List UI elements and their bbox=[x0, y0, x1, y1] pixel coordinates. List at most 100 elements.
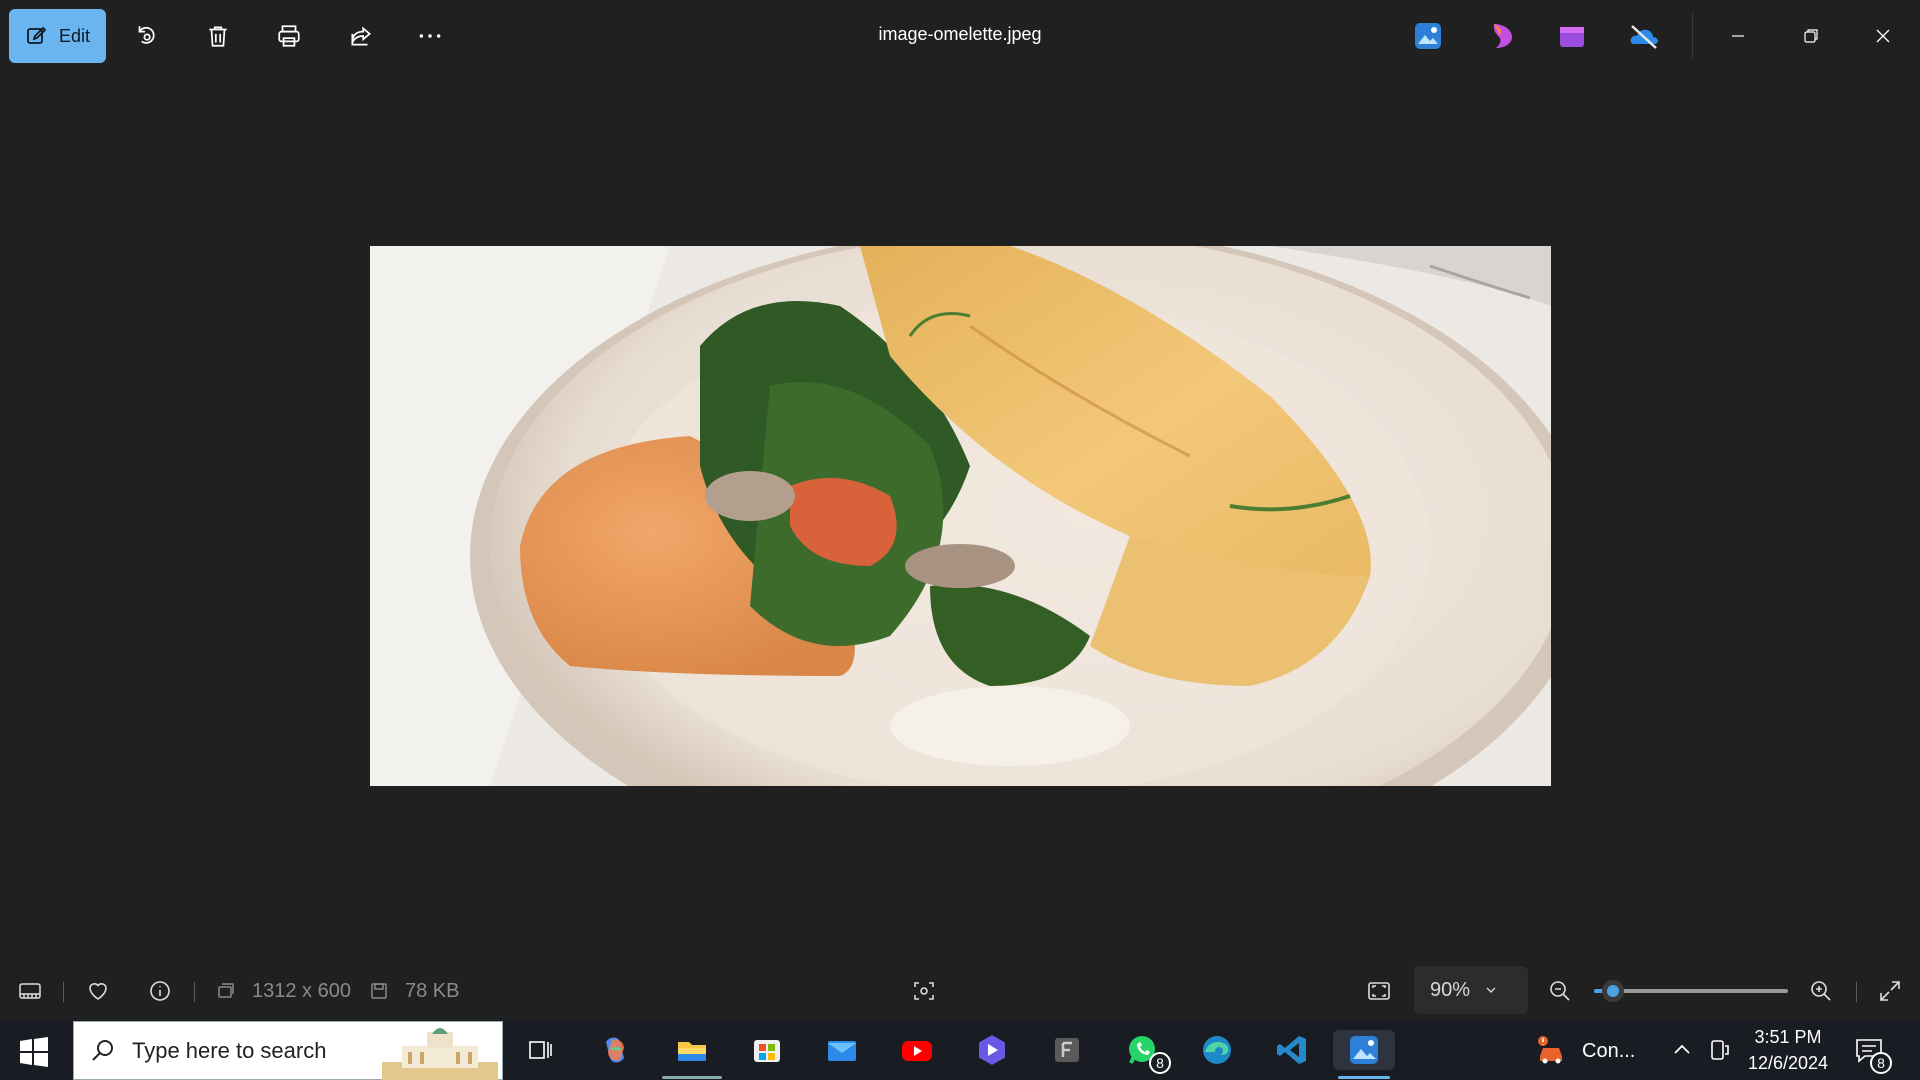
print-button[interactable] bbox=[271, 18, 307, 54]
taskbar-search-box[interactable]: Type here to search bbox=[73, 1021, 503, 1080]
zoom-value: 90% bbox=[1430, 978, 1471, 1001]
clipchamp-icon[interactable] bbox=[1486, 20, 1518, 52]
filmstrip-icon bbox=[19, 983, 41, 999]
favorite-button[interactable] bbox=[83, 976, 113, 1006]
photos-icon[interactable] bbox=[1412, 20, 1444, 52]
photos-app-active[interactable] bbox=[1333, 1030, 1395, 1070]
title-bar: Edit image-omelette.jpeg bbox=[0, 0, 1920, 72]
clock-time: 3:51 PM bbox=[1754, 1027, 1822, 1047]
notification-badge: 8 bbox=[1870, 1052, 1892, 1074]
info-icon bbox=[150, 981, 170, 1001]
taskbar: Type here to search 8 Con... 8 bbox=[0, 1020, 1920, 1080]
folder-icon bbox=[678, 1042, 706, 1061]
whatsapp-badge: 8 bbox=[1149, 1052, 1171, 1074]
search-placeholder: Type here to search bbox=[132, 1037, 327, 1063]
title-bar-divider bbox=[1692, 12, 1693, 58]
file-size-icon-wrap bbox=[364, 976, 394, 1006]
onedrive-icon[interactable] bbox=[1628, 20, 1660, 52]
fit-to-window-button[interactable] bbox=[1364, 976, 1394, 1006]
zoom-slider-thumb[interactable] bbox=[1602, 980, 1624, 1002]
tray-app-label[interactable]: Con... bbox=[1582, 1040, 1635, 1063]
copilot-alt-app[interactable] bbox=[972, 1030, 1012, 1070]
minimize-icon bbox=[1732, 35, 1744, 37]
task-view-icon bbox=[529, 1041, 552, 1059]
vscode-icon bbox=[1277, 1036, 1306, 1064]
dimensions-icon bbox=[218, 983, 234, 998]
restore-button[interactable] bbox=[1789, 14, 1833, 58]
vscode-app[interactable] bbox=[1272, 1030, 1312, 1070]
edit-label: Edit bbox=[58, 25, 91, 46]
window-title: image-omelette.jpeg bbox=[878, 24, 1042, 44]
mail-icon bbox=[828, 1041, 856, 1061]
running-indicator bbox=[662, 1076, 722, 1079]
f-app[interactable] bbox=[1047, 1030, 1087, 1070]
fit-window-icon bbox=[1368, 982, 1390, 1000]
zoom-in-button[interactable] bbox=[1806, 976, 1836, 1006]
image-dimensions: 1312 x 600 bbox=[252, 980, 351, 1002]
taskbar-clock[interactable]: 3:51 PM 12/6/2024 bbox=[1740, 1024, 1836, 1076]
file-explorer-app[interactable] bbox=[672, 1030, 712, 1070]
designer-icon[interactable] bbox=[1556, 20, 1588, 52]
edit-icon bbox=[27, 26, 47, 44]
file-size: 78 KB bbox=[405, 980, 460, 1002]
delete-icon bbox=[209, 26, 227, 47]
omelette-image bbox=[370, 246, 1551, 786]
store-icon bbox=[754, 1040, 780, 1062]
print-icon bbox=[278, 25, 300, 47]
photos-taskbar-icon bbox=[1350, 1036, 1378, 1064]
edit-button[interactable]: Edit bbox=[9, 9, 106, 63]
more-icon bbox=[419, 34, 441, 38]
task-view-button[interactable] bbox=[520, 1030, 560, 1070]
zoom-out-button[interactable] bbox=[1545, 976, 1575, 1006]
tray-app[interactable] bbox=[1532, 1030, 1572, 1070]
heart-icon bbox=[89, 983, 107, 1000]
delete-button[interactable] bbox=[200, 18, 236, 54]
search-highlight-illustration bbox=[382, 1028, 498, 1080]
copilot-icon bbox=[606, 1037, 624, 1063]
more-options-button[interactable] bbox=[412, 18, 448, 54]
visual-search-button[interactable] bbox=[909, 976, 939, 1006]
restore-icon bbox=[1804, 29, 1818, 43]
f-app-icon bbox=[1055, 1038, 1079, 1062]
status-separator bbox=[194, 982, 195, 1002]
clock-date: 12/6/2024 bbox=[1747, 1053, 1829, 1073]
youtube-app[interactable] bbox=[897, 1030, 937, 1070]
close-icon bbox=[1876, 29, 1890, 43]
file-info-button[interactable] bbox=[145, 976, 175, 1006]
chevron-up-icon bbox=[1674, 1044, 1690, 1054]
status-separator bbox=[1856, 982, 1857, 1002]
microsoft-store-app[interactable] bbox=[747, 1030, 787, 1070]
hexagon-app-icon bbox=[979, 1035, 1005, 1065]
edge-icon bbox=[1203, 1036, 1231, 1064]
youtube-icon bbox=[902, 1041, 932, 1061]
share-button[interactable] bbox=[343, 18, 379, 54]
expand-icon bbox=[1880, 981, 1900, 1001]
show-hidden-icons-button[interactable] bbox=[1662, 1030, 1702, 1070]
mail-app[interactable] bbox=[822, 1030, 862, 1070]
edge-app[interactable] bbox=[1197, 1030, 1237, 1070]
share-icon bbox=[351, 26, 372, 46]
car-warning-icon bbox=[1538, 1036, 1562, 1064]
omelette-photo[interactable] bbox=[370, 246, 1551, 786]
visual-search-icon bbox=[914, 982, 934, 1000]
chevron-down-icon bbox=[1486, 987, 1496, 993]
zoom-dropdown[interactable]: 90% bbox=[1414, 966, 1528, 1014]
minimize-button[interactable] bbox=[1716, 14, 1760, 58]
status-separator bbox=[63, 982, 64, 1002]
dimensions-icon-wrap bbox=[211, 976, 241, 1006]
close-button[interactable] bbox=[1861, 14, 1905, 58]
windows-start-icon[interactable] bbox=[16, 1034, 52, 1070]
save-icon bbox=[371, 983, 387, 999]
active-indicator bbox=[1338, 1076, 1390, 1079]
device-button[interactable] bbox=[1700, 1030, 1740, 1070]
search-icon bbox=[92, 1039, 113, 1061]
rotate-icon bbox=[138, 26, 155, 44]
device-icon bbox=[1711, 1040, 1729, 1060]
zoom-in-icon bbox=[1811, 981, 1831, 1001]
filmstrip-button[interactable] bbox=[15, 976, 45, 1006]
rotate-button[interactable] bbox=[128, 18, 164, 54]
zoom-out-icon bbox=[1550, 981, 1570, 1001]
copilot-app[interactable] bbox=[596, 1030, 636, 1070]
photos-app-window: Edit image-omelette.jpeg 1312 x 600 78 K… bbox=[0, 0, 1920, 1080]
full-screen-button[interactable] bbox=[1875, 976, 1905, 1006]
